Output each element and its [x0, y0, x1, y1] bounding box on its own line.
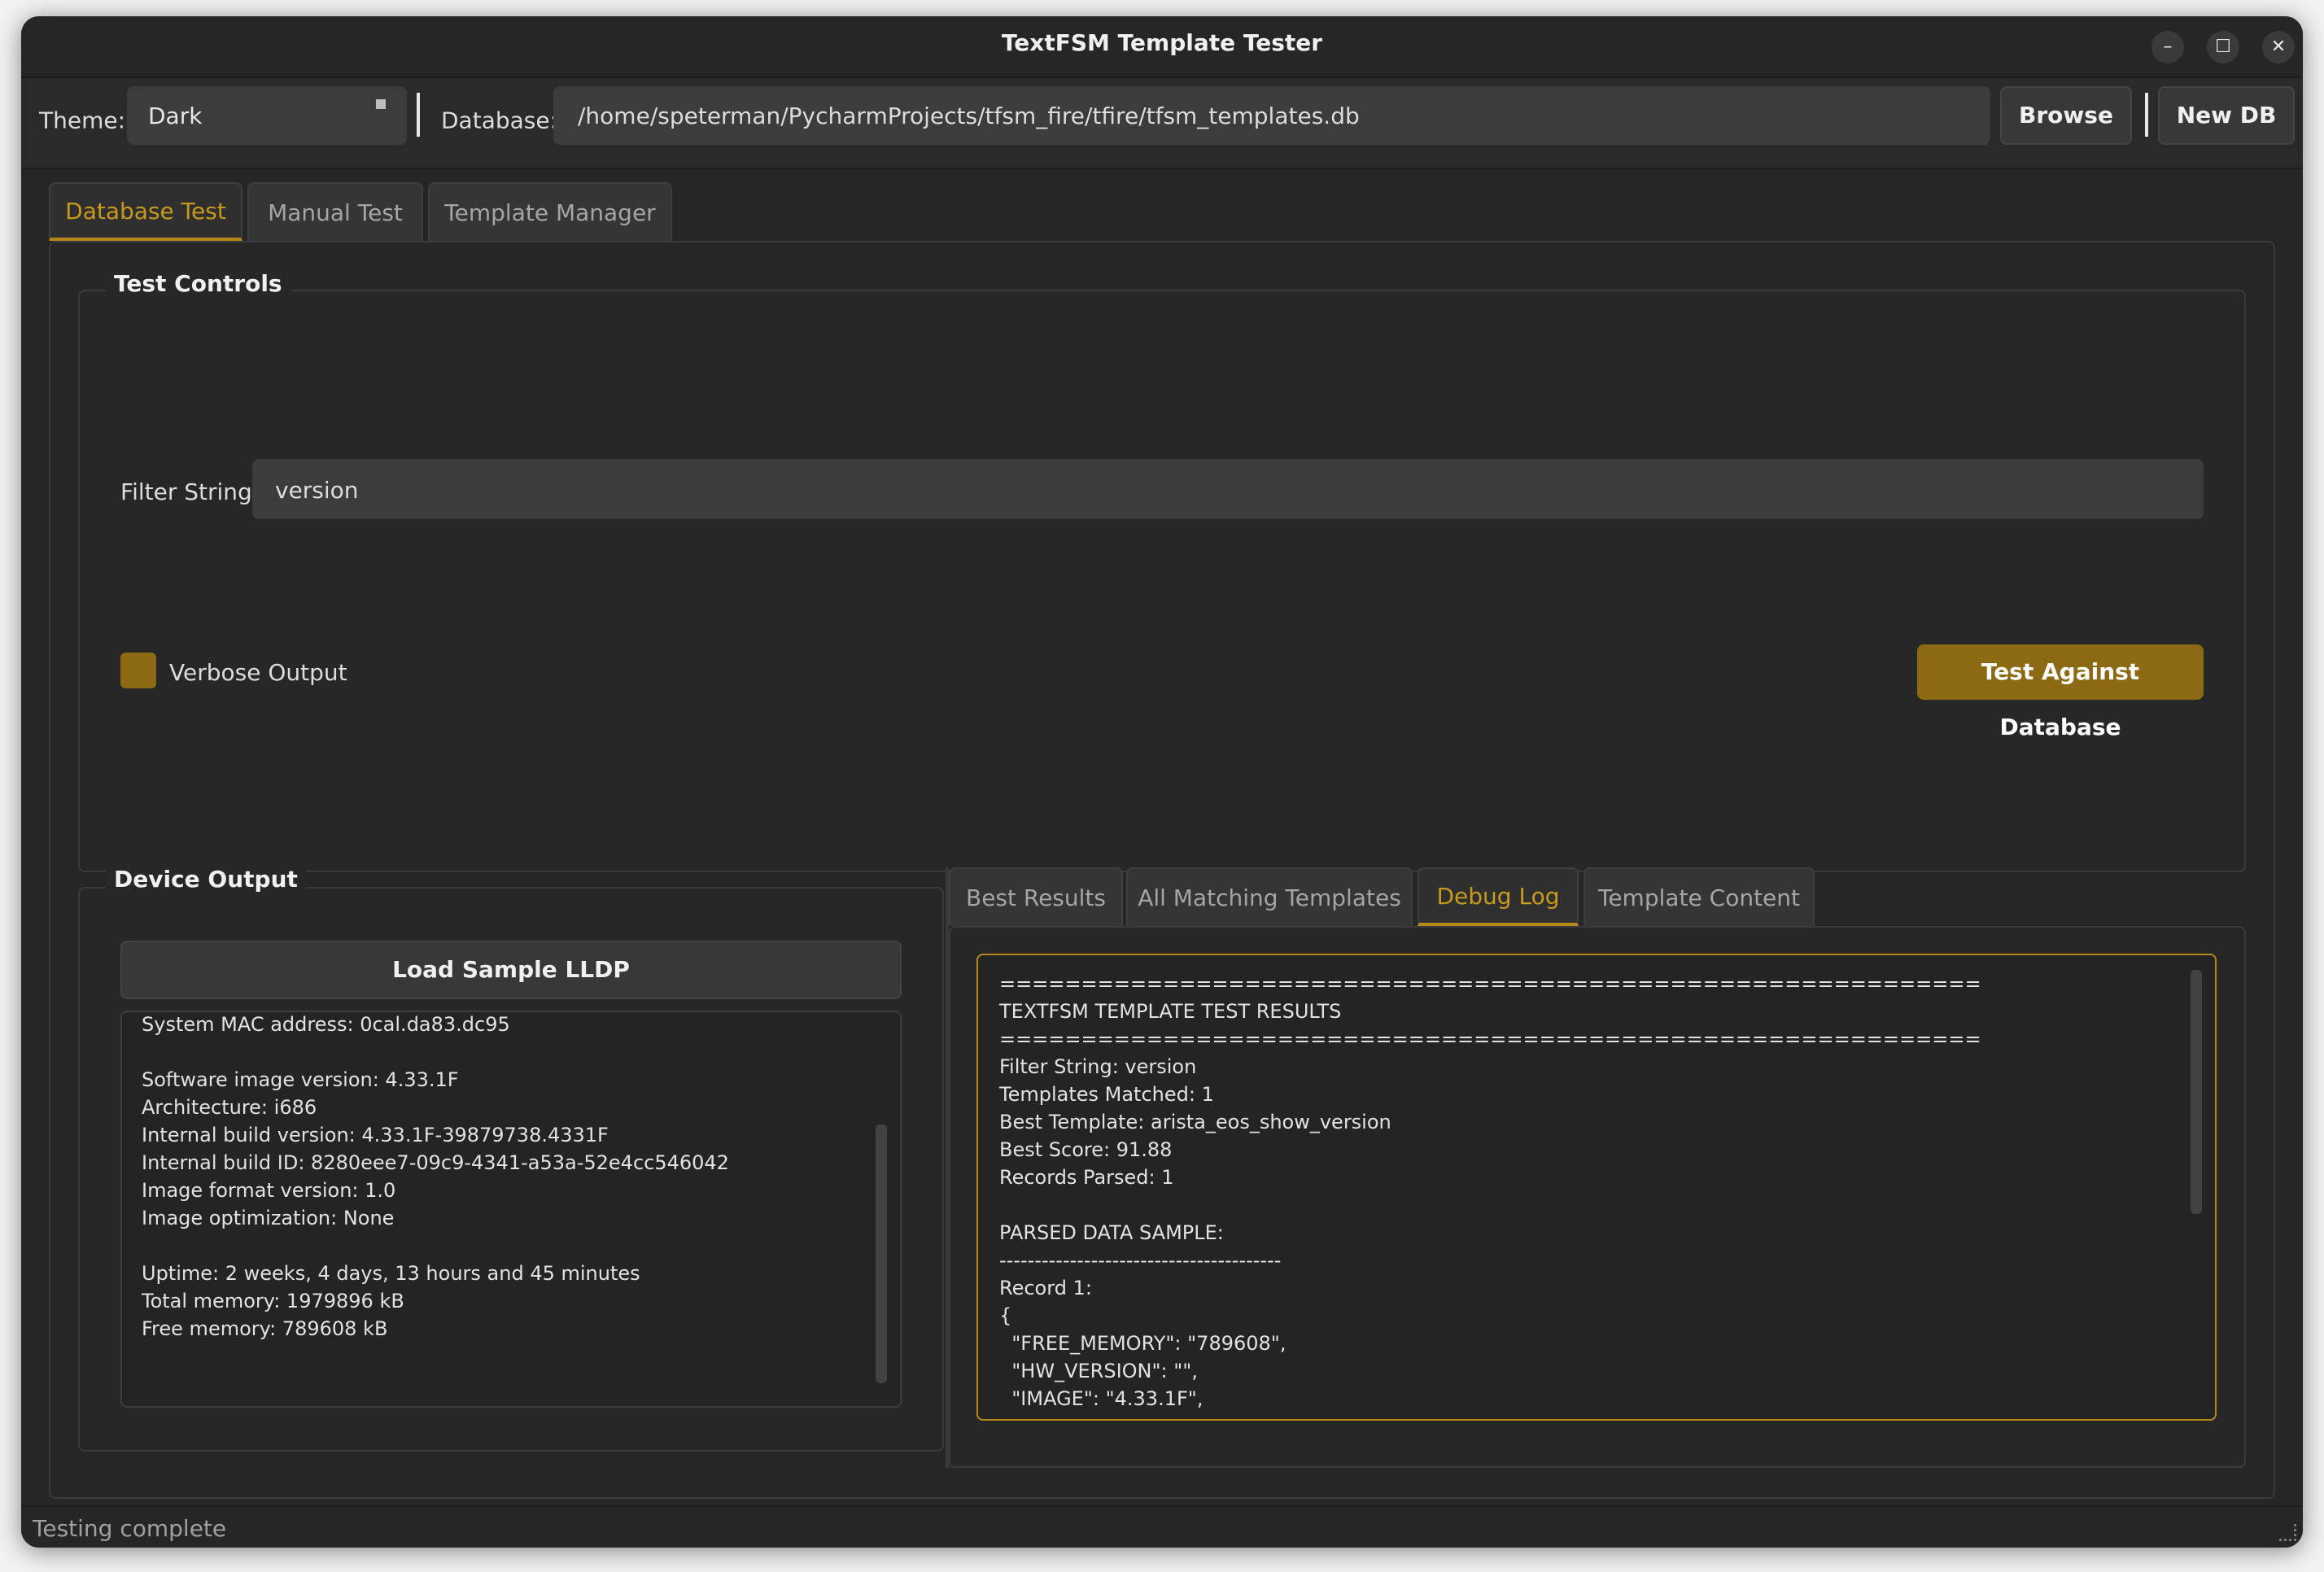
toolbar-separator — [2145, 93, 2148, 137]
resize-grip-icon[interactable] — [2279, 1524, 2296, 1541]
text-line: ========================================… — [999, 1028, 1981, 1050]
text-line — [142, 1038, 729, 1066]
text-line: Internal build version: 4.33.1F-39879738… — [142, 1124, 609, 1146]
text-line: PARSED DATA SAMPLE: — [999, 1221, 1224, 1244]
text-line: Free memory: 789608 kB — [142, 1317, 388, 1340]
text-line: Internal build ID: 8280eee7-09c9-4341-a5… — [142, 1151, 729, 1174]
tab-template-manager[interactable]: Template Manager — [428, 182, 672, 241]
title-bar: TextFSM Template Tester – ☐ ✕ — [21, 16, 2303, 78]
text-line: "FREE_MEMORY": "789608", — [999, 1332, 1286, 1355]
text-line: Record 1: — [999, 1277, 1092, 1299]
database-label: Database: — [441, 107, 558, 134]
text-line — [999, 1191, 1981, 1219]
text-line: Records Parsed: 1 — [999, 1166, 1174, 1189]
text-line — [142, 1232, 729, 1260]
text-line: Software image version: 4.33.1F — [142, 1068, 459, 1091]
text-line: "HW_VERSION": "", — [999, 1360, 1198, 1382]
dropdown-indicator-icon — [376, 99, 386, 109]
maximize-button[interactable]: ☐ — [2207, 31, 2239, 63]
text-line: Image format version: 1.0 — [142, 1179, 396, 1202]
app-window: TextFSM Template Tester – ☐ ✕ Theme: Dar… — [21, 16, 2303, 1548]
test-controls-group — [78, 290, 2246, 872]
tab-manual-test[interactable]: Manual Test — [247, 182, 423, 241]
minimize-button[interactable]: – — [2151, 31, 2184, 63]
text-line: { — [999, 1304, 1012, 1327]
window-title: TextFSM Template Tester — [1001, 29, 1323, 56]
status-bar: Testing complete — [21, 1505, 2303, 1548]
text-line: Architecture: i686 — [142, 1096, 317, 1119]
text-line: Uptime: 2 weeks, 4 days, 13 hours and 45… — [142, 1262, 640, 1285]
database-path-value: /home/speterman/PycharmProjects/tfsm_fir… — [578, 103, 1360, 129]
new-db-button[interactable]: New DB — [2158, 86, 2295, 145]
verbose-output-label: Verbose Output — [169, 659, 347, 686]
device-output-scrollbar[interactable] — [876, 1124, 887, 1383]
text-line: System MAC address: 0cal.da83.dc95 — [142, 1013, 510, 1036]
debug-log-text: ========================================… — [999, 970, 1981, 1413]
tab-debug-log[interactable]: Debug Log — [1418, 867, 1579, 926]
verbose-output-checkbox[interactable] — [120, 653, 156, 688]
status-text: Testing complete — [33, 1515, 227, 1542]
text-line: ========================================… — [999, 972, 1981, 995]
text-line: Templates Matched: 1 — [999, 1083, 1214, 1106]
debug-log-textarea[interactable]: ========================================… — [976, 954, 2217, 1421]
text-line: "IMAGE": "4.33.1F", — [999, 1387, 1204, 1410]
device-output-text: System MAC address: 0cal.da83.dc95 Softwa… — [142, 1012, 729, 1343]
theme-select[interactable]: Dark — [127, 86, 407, 145]
tab-template-content[interactable]: Template Content — [1584, 867, 1815, 926]
theme-select-value: Dark — [148, 103, 203, 129]
text-line: TEXTFSM TEMPLATE TEST RESULTS — [999, 1000, 1342, 1023]
tab-all-matching-templates[interactable]: All Matching Templates — [1126, 867, 1413, 926]
text-line: Best Score: 91.88 — [999, 1138, 1173, 1161]
tab-best-results[interactable]: Best Results — [949, 867, 1123, 926]
toolbar-separator — [417, 93, 420, 137]
tab-database-test[interactable]: Database Test — [49, 182, 242, 241]
test-against-database-button[interactable]: Test Against Database — [1917, 644, 2204, 740]
text-line: Image optimization: None — [142, 1207, 395, 1229]
test-controls-title: Test Controls — [106, 270, 290, 297]
text-line: Filter String: version — [999, 1055, 1197, 1078]
text-line: Total memory: 1979896 kB — [142, 1290, 404, 1312]
filter-string-input[interactable]: version — [252, 459, 2204, 519]
device-output-textarea[interactable]: System MAC address: 0cal.da83.dc95 Softwa… — [120, 1011, 902, 1408]
device-output-title: Device Output — [106, 866, 306, 893]
database-path-field[interactable]: /home/speterman/PycharmProjects/tfsm_fir… — [553, 86, 1990, 145]
filter-string-label: Filter String: — [120, 478, 260, 505]
debug-log-scrollbar[interactable] — [2191, 970, 2202, 1214]
load-sample-lldp-button[interactable]: Load Sample LLDP — [120, 941, 902, 999]
theme-label: Theme: — [39, 107, 126, 134]
text-line: Best Template: arista_eos_show_version — [999, 1111, 1391, 1133]
text-line: ---------------------------------------- — [999, 1249, 1282, 1272]
filter-string-value: version — [275, 477, 359, 504]
browse-button[interactable]: Browse — [2000, 86, 2132, 145]
toolbar: Theme: Dark Database: /home/speterman/Py… — [21, 78, 2303, 169]
close-button[interactable]: ✕ — [2262, 31, 2295, 63]
